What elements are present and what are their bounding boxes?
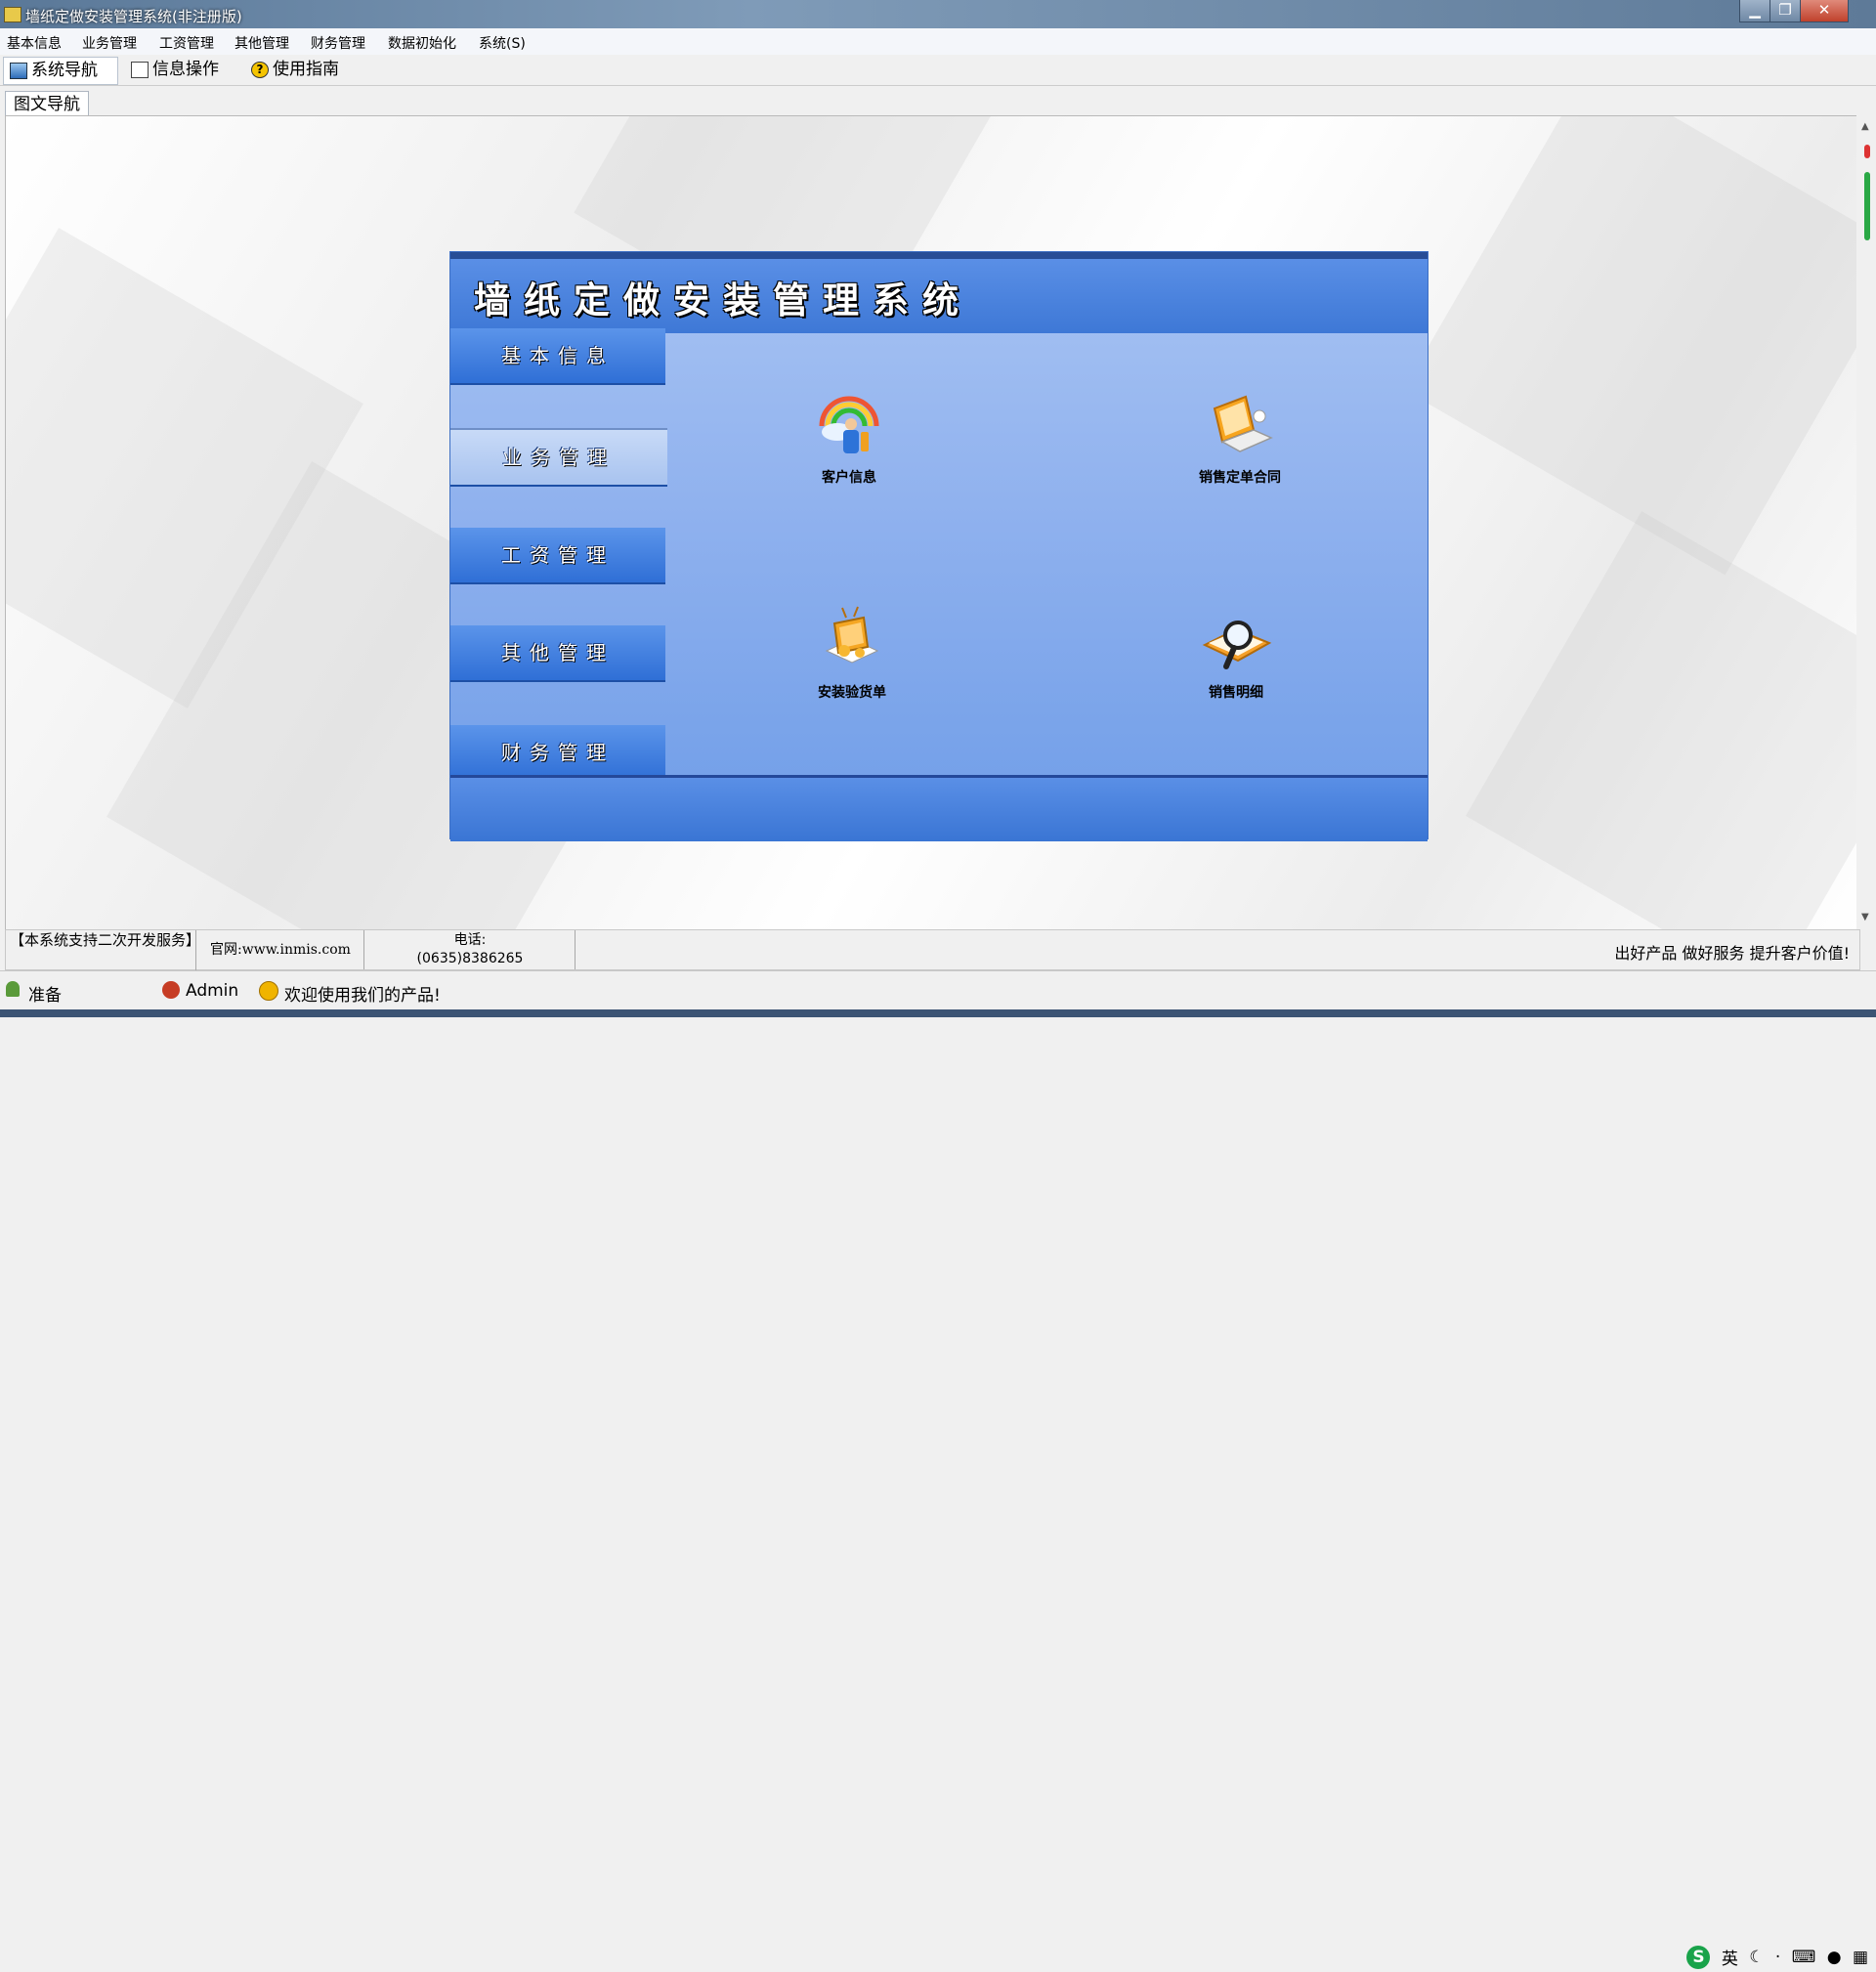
title-bar: 墙纸定做安装管理系统(非注册版) ▁ ❐ ✕ bbox=[0, 0, 1876, 28]
background-hexagon bbox=[1403, 116, 1859, 576]
info-label: 信息操作 bbox=[152, 60, 219, 79]
menu-data-init[interactable]: 数据初始化 bbox=[388, 33, 456, 53]
function-sales-detail[interactable]: 销售明细 bbox=[1158, 602, 1314, 702]
monitor-icon bbox=[10, 63, 27, 79]
toolbar: 系统导航 信息操作 ? 使用指南 bbox=[0, 55, 1876, 86]
info-button[interactable]: 信息操作 bbox=[125, 57, 260, 83]
sales-contract-label: 销售定单合同 bbox=[1199, 470, 1281, 486]
ime-language[interactable]: 英 bbox=[1722, 1950, 1738, 1969]
tab-strip: 图文导航 bbox=[0, 86, 1876, 117]
panel-header: 墙纸定做安装管理系统 bbox=[450, 259, 1428, 333]
tab-graphic-nav[interactable]: 图文导航 bbox=[5, 91, 89, 117]
panel-title: 墙纸定做安装管理系统 bbox=[474, 279, 972, 322]
nav-label: 系统导航 bbox=[31, 61, 98, 80]
keyboard-icon[interactable]: ⌨ bbox=[1792, 1948, 1816, 1967]
welcome-text: 欢迎使用我们的产品! bbox=[284, 986, 441, 1006]
magnifier-book-icon bbox=[1197, 602, 1275, 680]
taskbar bbox=[0, 1009, 1876, 1017]
customer-info-label: 客户信息 bbox=[822, 470, 876, 486]
phone-text: 电话:(0635)8386265 8386255 bbox=[365, 930, 576, 985]
guide-button[interactable]: ? 使用指南 bbox=[245, 57, 380, 83]
sidebar-item-other[interactable]: 其他管理 bbox=[450, 625, 665, 682]
panel-top-line bbox=[450, 252, 1428, 259]
slogan-text: 出好产品 做好服务 提升客户价值! bbox=[1614, 944, 1850, 963]
help-icon: ? bbox=[251, 62, 269, 78]
function-customer-info[interactable]: 客户信息 bbox=[771, 387, 927, 487]
navigation-panel: 墙纸定做安装管理系统 基本信息 业务管理 工资管理 其他管理 财务管理 客户信息 bbox=[449, 251, 1428, 841]
menu-other[interactable]: 其他管理 bbox=[234, 33, 289, 53]
scroll-marker bbox=[1864, 172, 1870, 240]
scroll-up-icon[interactable]: ▲ bbox=[1861, 121, 1869, 132]
sogou-icon[interactable]: S bbox=[1686, 1945, 1711, 1969]
delivery-box-icon bbox=[813, 602, 891, 680]
customer-icon bbox=[810, 387, 888, 465]
website-text: 官网:www.inmis.com bbox=[197, 930, 364, 969]
menu-finance[interactable]: 财务管理 bbox=[311, 33, 365, 53]
scroll-marker bbox=[1864, 145, 1870, 158]
function-install-inspection[interactable]: 安装验货单 bbox=[774, 602, 930, 702]
info-status-bar: 【本系统支持二次开发服务】 官网:www.inmis.com 电话:(0635)… bbox=[5, 929, 1860, 985]
ime-toolbar: S 英 ☾ · ⌨ ● ▦ bbox=[1686, 1945, 1868, 1972]
menu-business[interactable]: 业务管理 bbox=[82, 33, 137, 53]
sidebar-item-salary[interactable]: 工资管理 bbox=[450, 528, 665, 584]
panel-footer bbox=[450, 775, 1428, 841]
status-bar: 准备 Admin 欢迎使用我们的产品! S 英 ☾ · ⌨ ● ▦ bbox=[0, 970, 1876, 1969]
support-text: 【本系统支持二次开发服务】 bbox=[10, 930, 200, 970]
menu-salary[interactable]: 工资管理 bbox=[159, 33, 214, 53]
window-title: 墙纸定做安装管理系统(非注册版) bbox=[25, 8, 242, 25]
nav-button[interactable]: 系统导航 bbox=[3, 57, 118, 85]
menu-system[interactable]: 系统(S) bbox=[479, 33, 526, 53]
function-sales-contract[interactable]: 销售定单合同 bbox=[1162, 387, 1318, 487]
status-text: 准备 bbox=[28, 986, 62, 1006]
user-name: Admin bbox=[186, 981, 239, 1001]
menu-bar: 基本信息 业务管理 工资管理 其他管理 财务管理 数据初始化 系统(S) bbox=[0, 28, 1876, 56]
moon-icon[interactable]: ☾ bbox=[1749, 1948, 1764, 1967]
background-hexagon bbox=[1466, 511, 1859, 930]
laptop-icon bbox=[1201, 387, 1279, 465]
maximize-button[interactable]: ❐ bbox=[1769, 0, 1801, 22]
ready-icon bbox=[6, 981, 20, 997]
menu-basic-info[interactable]: 基本信息 bbox=[7, 33, 62, 53]
scroll-down-icon[interactable]: ▼ bbox=[1861, 912, 1869, 922]
sidebar-item-finance[interactable]: 财务管理 bbox=[450, 725, 665, 782]
guide-label: 使用指南 bbox=[273, 60, 339, 79]
vertical-scrollbar[interactable]: ▲ ▼ bbox=[1856, 115, 1876, 929]
user-icon bbox=[162, 981, 180, 999]
person-icon[interactable]: ● bbox=[1827, 1948, 1842, 1967]
punctuation-icon[interactable]: · bbox=[1775, 1948, 1780, 1967]
smile-icon bbox=[259, 981, 278, 1001]
close-button[interactable]: ✕ bbox=[1800, 0, 1849, 22]
sidebar-item-business[interactable]: 业务管理 bbox=[450, 428, 667, 487]
minimize-button[interactable]: ▁ bbox=[1739, 0, 1770, 22]
app-icon bbox=[4, 7, 21, 22]
grid-icon[interactable]: ▦ bbox=[1853, 1948, 1868, 1967]
install-inspection-label: 安装验货单 bbox=[818, 685, 886, 701]
sales-detail-label: 销售明细 bbox=[1209, 685, 1263, 701]
document-icon bbox=[131, 62, 149, 78]
sidebar-item-basic-info[interactable]: 基本信息 bbox=[450, 328, 665, 385]
